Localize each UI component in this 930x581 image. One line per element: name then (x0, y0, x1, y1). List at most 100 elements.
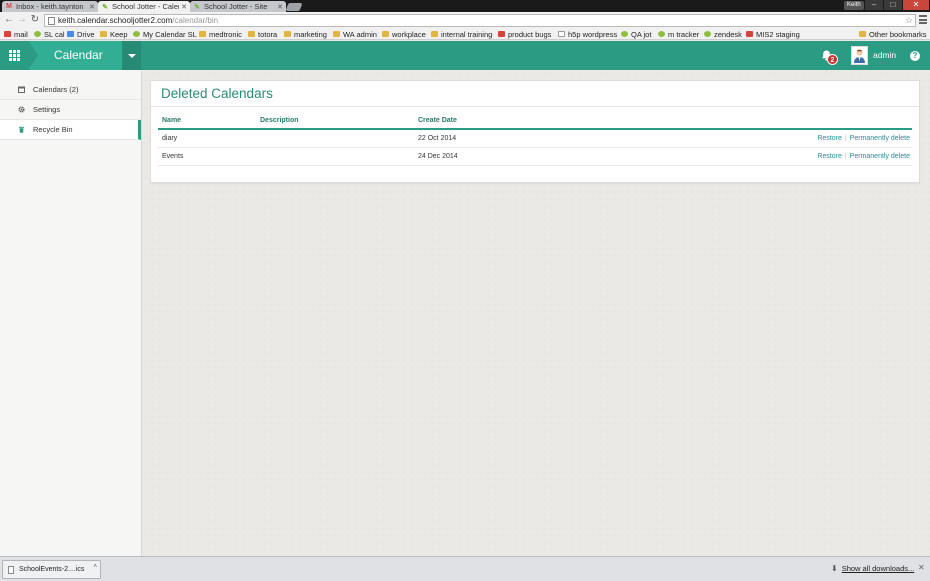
restore-link[interactable]: Restore (817, 135, 842, 142)
app-title: Calendar (29, 41, 122, 70)
browser-menu-icon[interactable] (919, 15, 927, 24)
bookmark-workplace[interactable]: workplace (382, 29, 426, 39)
minimize-button[interactable]: – (865, 0, 883, 10)
deleted-calendars-panel: Deleted Calendars Name Description Creat… (150, 80, 920, 183)
close-icon[interactable]: ✕ (89, 3, 95, 11)
gear-icon (18, 106, 25, 113)
bookmark-other[interactable]: Other bookmarks (859, 29, 927, 39)
window-user-badge[interactable]: Keith (844, 1, 864, 10)
bookmark-sl-cal[interactable]: SL cal (34, 29, 65, 39)
restore-link[interactable]: Restore (817, 153, 842, 160)
download-bar: SchoolEvents-2....ics ˄ ⬇ Show all downl… (0, 556, 930, 581)
caret-down-icon (127, 53, 136, 58)
bookmark-label: marketing (294, 29, 327, 39)
bookmark-keep[interactable]: Keep (100, 29, 128, 39)
bookmark-marketing[interactable]: marketing (284, 29, 327, 39)
avatar[interactable] (851, 46, 868, 65)
file-icon (8, 565, 14, 574)
folder-icon (333, 31, 340, 37)
bookmark-totora[interactable]: totora (248, 29, 277, 39)
row-name: diary (162, 135, 178, 142)
jotter-icon (658, 31, 665, 37)
bookmark-label: h5p wordpress (568, 29, 618, 39)
chevron-up-icon[interactable]: ˄ (93, 564, 97, 570)
jotter-icon: ✎ (194, 3, 200, 11)
chevron-right-icon (29, 41, 38, 69)
sidebar-item-recycle-bin[interactable]: Recycle Bin (0, 120, 141, 140)
page-icon (558, 31, 565, 37)
new-tab-button[interactable] (285, 3, 303, 11)
browser-tab-calendar[interactable]: ✎ School Jotter - Calen ✕ (98, 1, 190, 12)
calendar-icon (18, 86, 25, 93)
column-header-description[interactable]: Description (260, 117, 299, 124)
column-header-create-date[interactable]: Create Date (418, 117, 457, 124)
bookmark-m-tracker[interactable]: m tracker (658, 29, 699, 39)
folder-icon (859, 31, 866, 37)
tab-title: School Jotter - Calen (112, 2, 180, 11)
bookmark-zendesk[interactable]: zendesk (704, 29, 742, 39)
bookmark-medtronic[interactable]: medtronic (199, 29, 242, 39)
bookmark-my-calendar[interactable]: My Calendar SL (133, 29, 197, 39)
sidebar-item-label: Recycle Bin (33, 125, 73, 134)
bookmark-mis2-staging[interactable]: MIS2 staging (746, 29, 800, 39)
sidebar-item-calendars[interactable]: Calendars (2) (0, 80, 141, 100)
star-icon[interactable]: ☆ (905, 15, 913, 26)
table-row: Events 24 Dec 2014 Restore | Permanently d… (158, 148, 912, 166)
bookmark-drive[interactable]: Drive (67, 29, 95, 39)
folder-icon (284, 31, 291, 37)
sidebar-item-settings[interactable]: Settings (0, 100, 141, 120)
permanently-delete-link[interactable]: Permanently delete (850, 135, 910, 142)
bookmark-label: zendesk (714, 29, 742, 39)
close-icon[interactable]: ✕ (918, 563, 925, 572)
show-all-label: Show all downloads... (841, 564, 915, 573)
forward-button[interactable]: → (16, 14, 28, 26)
bookmark-label: medtronic (209, 29, 242, 39)
row-name: Events (162, 153, 184, 160)
user-name[interactable]: admin (873, 41, 896, 70)
app-header: Calendar 2 admin ? (0, 41, 930, 70)
browser-tab-inbox[interactable]: M Inbox - keith.taynton ✕ (2, 1, 98, 12)
bookmark-label: Keep (110, 29, 128, 39)
address-bar[interactable]: keith.calendar.schooljotter2.com/calenda… (44, 14, 916, 27)
url-host: keith.calendar.schooljotter2.com (58, 16, 173, 25)
bookmark-internal-training[interactable]: internal training (431, 29, 492, 39)
browser-tab-strip: M Inbox - keith.taynton ✕ ✎ School Jotte… (0, 0, 930, 12)
url-path: /calendar/bin (172, 16, 219, 25)
column-header-name[interactable]: Name (162, 117, 181, 124)
browser-toolbar: ← → ↻ keith.calendar.schooljotter2.com/c… (0, 12, 930, 29)
bookmark-wa-admin[interactable]: WA admin (333, 29, 377, 39)
drive-icon (67, 31, 74, 37)
bookmark-label: Drive (77, 29, 95, 39)
tab-title: School Jotter - Site (204, 2, 268, 11)
bookmark-qa-jot[interactable]: QA jot (621, 29, 651, 39)
apps-grid-button[interactable] (0, 41, 29, 70)
bookmark-product-bugs[interactable]: product bugs (498, 29, 551, 39)
help-icon[interactable]: ? (910, 51, 920, 61)
bookmark-mail[interactable]: mail (4, 29, 28, 39)
window-close-button[interactable]: ✕ (903, 0, 929, 10)
bookmark-label: SL cal (44, 29, 65, 39)
sidebar: Calendars (2) Settings Recycle Bin (0, 70, 142, 556)
download-item[interactable]: SchoolEvents-2....ics ˄ (2, 560, 101, 579)
show-all-downloads-link[interactable]: ⬇ Show all downloads... (831, 564, 914, 573)
browser-tab-site[interactable]: ✎ School Jotter - Site ✕ (190, 1, 286, 12)
notification-badge[interactable]: 2 (827, 54, 838, 65)
table-row: diary 22 Oct 2014 Restore | Permanently de… (158, 130, 912, 148)
reload-button[interactable]: ↻ (29, 14, 41, 26)
permanently-delete-link[interactable]: Permanently delete (850, 153, 910, 160)
row-date: 22 Oct 2014 (418, 135, 457, 142)
sidebar-item-label: Calendars (2) (33, 85, 79, 94)
bookmark-h5p-wordpress[interactable]: h5p wordpress (558, 29, 617, 39)
maximize-button[interactable]: □ (884, 0, 902, 10)
close-icon[interactable]: ✕ (181, 3, 187, 11)
close-icon[interactable]: ✕ (277, 3, 283, 11)
app-dropdown-button[interactable] (122, 41, 141, 70)
grid-icon (9, 50, 20, 61)
back-button[interactable]: ← (3, 14, 15, 26)
bookmark-label: mail (14, 29, 28, 39)
page-icon (48, 17, 55, 25)
jotter-icon (133, 31, 140, 37)
jotter-icon: ✎ (102, 3, 108, 11)
keep-icon (100, 31, 107, 37)
jotter-icon (621, 31, 628, 37)
